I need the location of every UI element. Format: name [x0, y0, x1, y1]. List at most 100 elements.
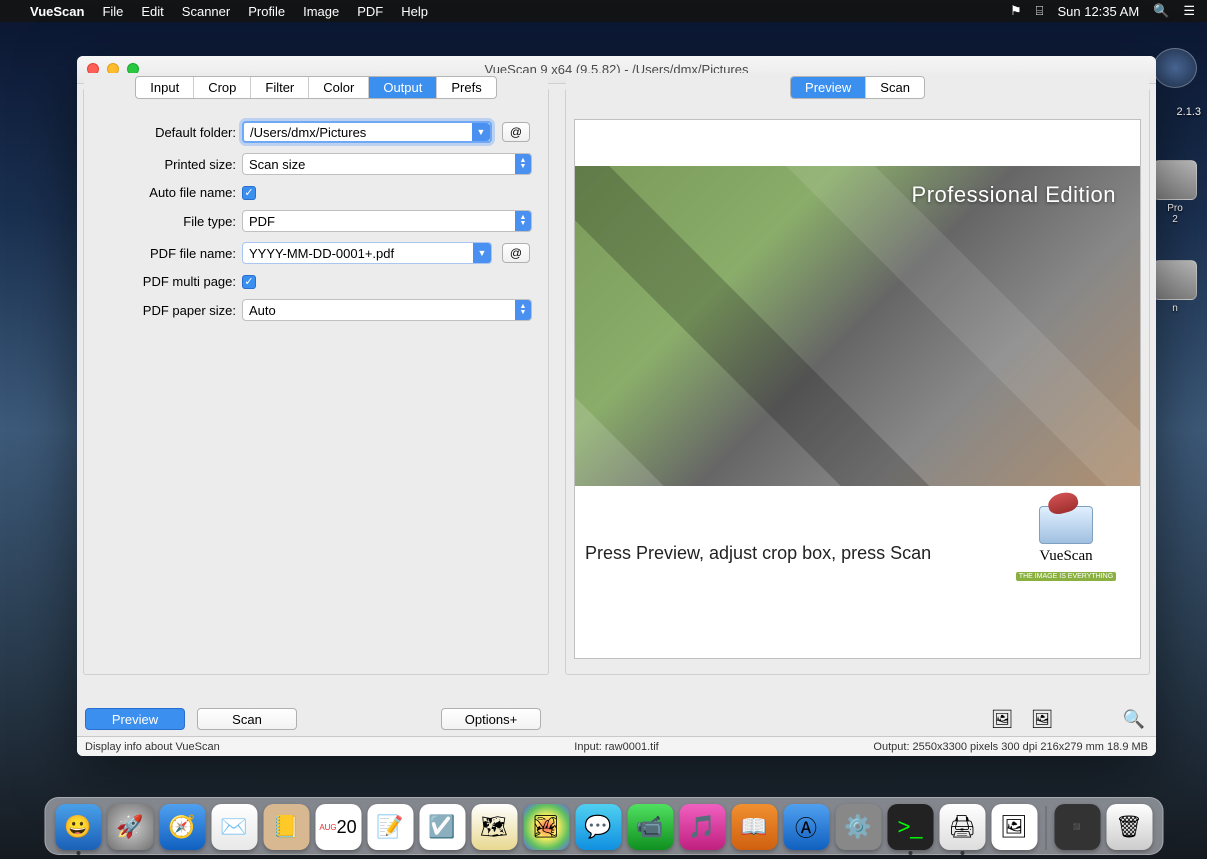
dock-messages-icon[interactable]: 💬: [575, 804, 621, 850]
spotlight-icon[interactable]: 🔍: [1153, 3, 1169, 19]
dock-itunes-icon[interactable]: 🎵: [679, 804, 725, 850]
menu-file[interactable]: File: [102, 4, 123, 19]
menu-image[interactable]: Image: [303, 4, 339, 19]
tab-color[interactable]: Color: [309, 77, 369, 98]
dock-preview-icon[interactable]: 🖼: [991, 804, 1037, 850]
preview-button[interactable]: Preview: [85, 708, 185, 730]
desktop-version-badge: 2.1.3: [1177, 106, 1201, 118]
edition-label: Professional Edition: [912, 182, 1116, 208]
brand-tagline: THE IMAGE IS EVERYTHING: [1016, 572, 1116, 581]
file-type-select[interactable]: PDF ▲▼: [242, 210, 532, 232]
default-folder-value: /Users/dmx/Pictures: [250, 125, 366, 140]
dock-contacts-icon[interactable]: 📒: [263, 804, 309, 850]
dock-launchpad-icon[interactable]: 🚀: [107, 804, 153, 850]
vuescan-logo: VueScan THE IMAGE IS EVERYTHING: [1006, 506, 1126, 586]
tab-scan[interactable]: Scan: [866, 77, 924, 98]
tab-prefs[interactable]: Prefs: [437, 77, 495, 98]
dock-vuescan-icon[interactable]: 🖨: [939, 804, 985, 850]
settings-pane: Input Crop Filter Color Output Prefs Def…: [83, 88, 549, 675]
menu-pdf[interactable]: PDF: [357, 4, 383, 19]
tab-crop[interactable]: Crop: [194, 77, 251, 98]
status-input: Input: raw0001.tif: [574, 741, 658, 753]
dock: 😀 🚀 🧭 ✉️ 📒 AUG20 📝 ☑️ 🗺 🏞 💬 📹 🎵 📖 Ⓐ ⚙️ >…: [44, 797, 1163, 855]
menuextras-icon[interactable]: ☰: [1183, 3, 1195, 19]
menubar-status-icon[interactable]: ⚑: [1010, 3, 1022, 19]
dock-calendar-icon[interactable]: AUG20: [315, 804, 361, 850]
app-window: VueScan 9 x64 (9.5.82) - /Users/dmx/Pict…: [77, 56, 1156, 756]
menu-edit[interactable]: Edit: [141, 4, 163, 19]
dock-preferences-icon[interactable]: ⚙️: [835, 804, 881, 850]
rotate-right-icon[interactable]: 🖼: [1028, 706, 1056, 732]
printed-size-value: Scan size: [249, 157, 305, 172]
options-button[interactable]: Options+: [441, 708, 541, 730]
pdf-paper-size-value: Auto: [249, 303, 276, 318]
status-output: Output: 2550x3300 pixels 300 dpi 216x279…: [873, 741, 1148, 753]
scanner-icon: [1039, 506, 1093, 544]
dock-reminders-icon[interactable]: ☑️: [419, 804, 465, 850]
preview-tabs: Preview Scan: [790, 76, 925, 99]
tab-input[interactable]: Input: [136, 77, 194, 98]
pdf-multi-page-checkbox[interactable]: ✓: [242, 275, 256, 289]
menubar-status-icon[interactable]: ⌸: [1036, 3, 1044, 19]
dock-facetime-icon[interactable]: 📹: [627, 804, 673, 850]
default-folder-combo[interactable]: /Users/dmx/Pictures ▼: [242, 121, 492, 143]
dock-terminal-icon[interactable]: >_: [887, 804, 933, 850]
dock-safari-icon[interactable]: 🧭: [159, 804, 205, 850]
tab-preview[interactable]: Preview: [791, 77, 866, 98]
dock-maps-icon[interactable]: 🗺: [471, 804, 517, 850]
bottom-toolbar: Preview Scan Options+ 🖼 🖼 🔍: [77, 702, 1156, 736]
dock-photos-icon[interactable]: 🏞: [523, 804, 569, 850]
preview-canvas[interactable]: Professional Edition Press Preview, adju…: [574, 119, 1141, 659]
printed-size-select[interactable]: Scan size ▲▼: [242, 153, 532, 175]
pdf-file-name-at-button[interactable]: @: [502, 243, 530, 263]
dock-trash-icon[interactable]: 🗑: [1106, 804, 1152, 850]
preview-collage-image: [575, 166, 1140, 486]
brand-name: VueScan: [1006, 548, 1126, 565]
dock-finder-icon[interactable]: 😀: [55, 804, 101, 850]
dock-thumbnail-icon[interactable]: ▪️: [1054, 804, 1100, 850]
pdf-paper-size-select[interactable]: Auto ▲▼: [242, 299, 532, 321]
dropdown-arrow-icon[interactable]: ▼: [473, 243, 491, 263]
file-type-value: PDF: [249, 214, 275, 229]
desktop-icon-label: Pro 2: [1151, 203, 1199, 225]
rotate-left-icon[interactable]: 🖼: [988, 706, 1016, 732]
dock-appstore-icon[interactable]: Ⓐ: [783, 804, 829, 850]
select-arrows-icon[interactable]: ▲▼: [515, 300, 531, 320]
auto-file-name-label: Auto file name:: [96, 185, 242, 200]
menubar-clock[interactable]: Sun 12:35 AM: [1057, 4, 1139, 19]
zoom-in-icon[interactable]: 🔍: [1120, 706, 1148, 732]
desktop-drive-icon[interactable]: n: [1151, 260, 1199, 314]
desktop-icon[interactable]: [1151, 48, 1199, 91]
default-folder-at-button[interactable]: @: [502, 122, 530, 142]
menu-profile[interactable]: Profile: [248, 4, 285, 19]
pdf-paper-size-label: PDF paper size:: [96, 303, 242, 318]
select-arrows-icon[interactable]: ▲▼: [515, 211, 531, 231]
select-arrows-icon[interactable]: ▲▼: [515, 154, 531, 174]
dock-separator: [1045, 806, 1046, 850]
status-bar: Display info about VueScan Input: raw000…: [77, 736, 1156, 756]
auto-file-name-checkbox[interactable]: ✓: [242, 186, 256, 200]
pdf-file-name-label: PDF file name:: [96, 246, 242, 261]
file-type-label: File type:: [96, 214, 242, 229]
preview-pane: Preview Scan Professional Edition Press …: [565, 88, 1150, 675]
desktop: VueScan File Edit Scanner Profile Image …: [0, 0, 1207, 859]
preview-instruction: Press Preview, adjust crop box, press Sc…: [585, 543, 931, 564]
menubar: VueScan File Edit Scanner Profile Image …: [0, 0, 1207, 22]
dock-mail-icon[interactable]: ✉️: [211, 804, 257, 850]
menu-scanner[interactable]: Scanner: [182, 4, 230, 19]
pdf-file-name-value: YYYY-MM-DD-0001+.pdf: [249, 246, 394, 261]
menubar-app-name[interactable]: VueScan: [30, 4, 84, 19]
output-form: Default folder: /Users/dmx/Pictures ▼ @ …: [84, 93, 548, 343]
scan-button[interactable]: Scan: [197, 708, 297, 730]
tab-output[interactable]: Output: [369, 77, 437, 98]
menu-help[interactable]: Help: [401, 4, 428, 19]
dock-notes-icon[interactable]: 📝: [367, 804, 413, 850]
tab-filter[interactable]: Filter: [251, 77, 309, 98]
pdf-file-name-combo[interactable]: YYYY-MM-DD-0001+.pdf ▼: [242, 242, 492, 264]
dropdown-arrow-icon[interactable]: ▼: [472, 123, 490, 141]
dock-ibooks-icon[interactable]: 📖: [731, 804, 777, 850]
desktop-drive-icon[interactable]: Pro 2: [1151, 160, 1199, 225]
settings-tabs: Input Crop Filter Color Output Prefs: [135, 76, 496, 99]
pdf-multi-page-label: PDF multi page:: [96, 274, 242, 289]
status-left: Display info about VueScan: [85, 741, 220, 753]
